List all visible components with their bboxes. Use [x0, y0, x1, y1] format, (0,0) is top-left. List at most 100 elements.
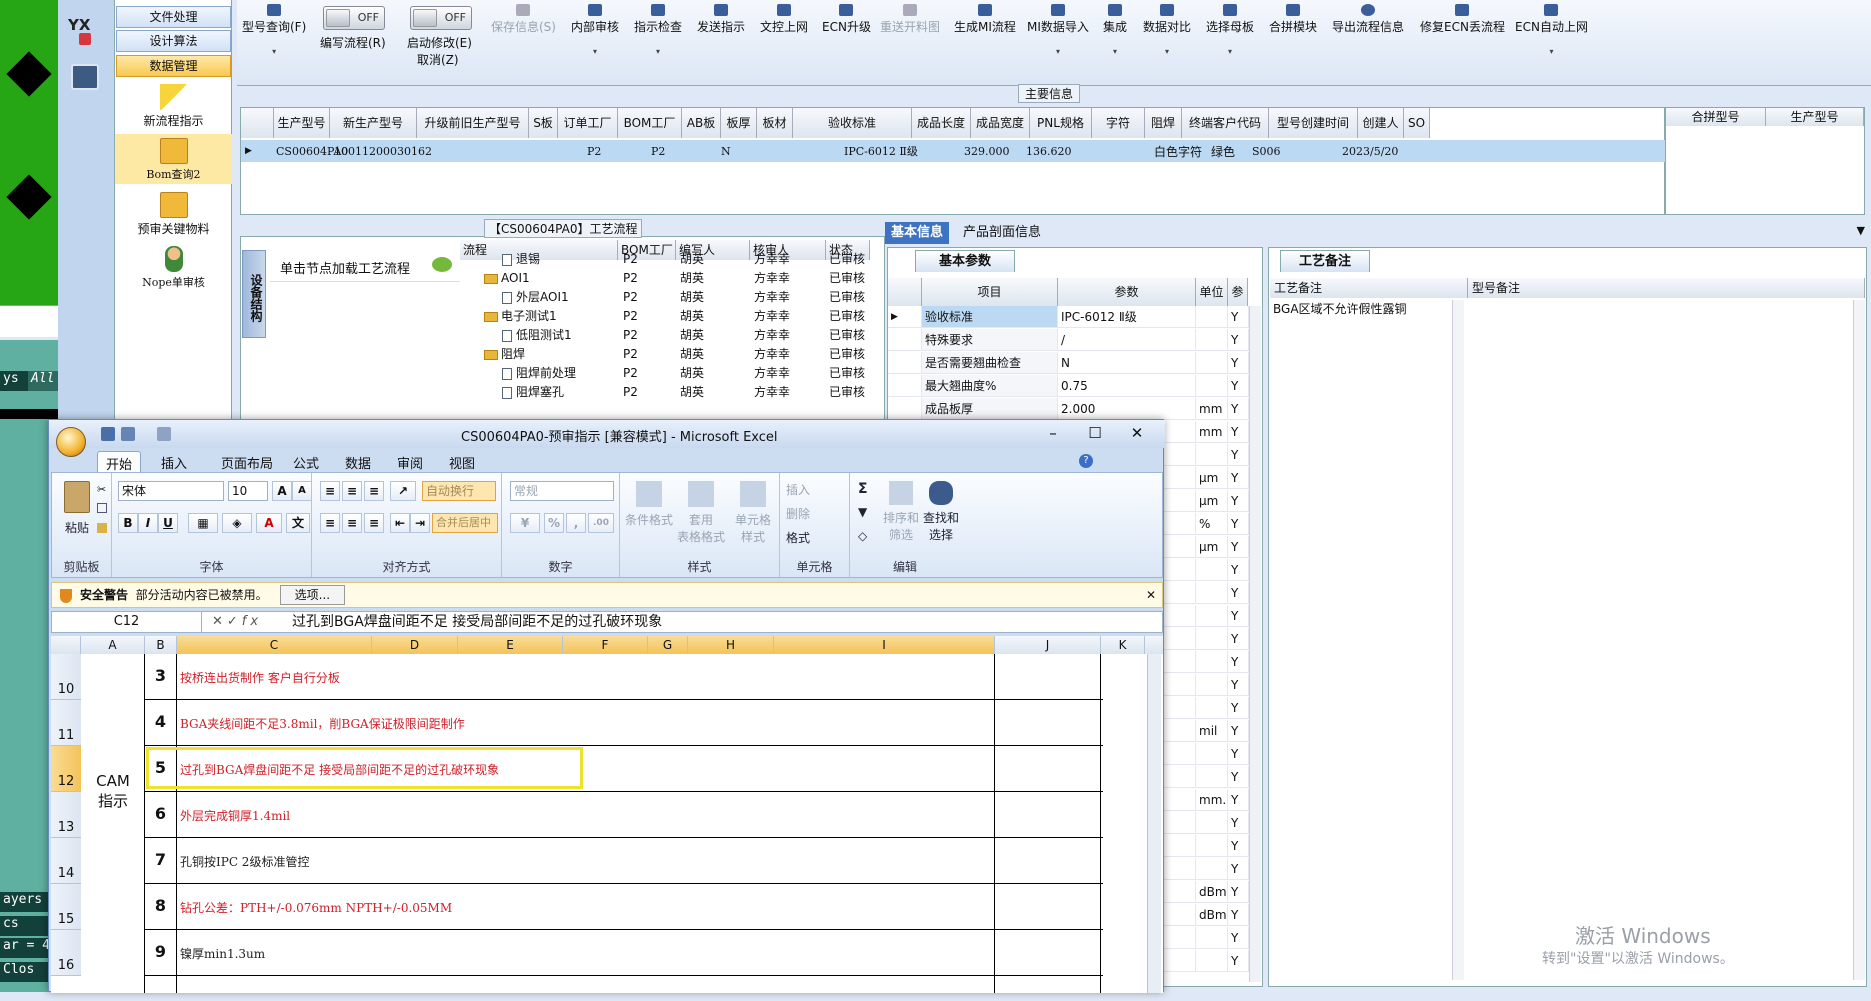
- save-info-button[interactable]: 保存信息(S): [491, 2, 556, 35]
- process-node[interactable]: 低阻测试1: [502, 326, 572, 345]
- param-flag-cell[interactable]: Y: [1228, 904, 1249, 926]
- formula-input[interactable]: 过孔到BGA焊盘间距不足 接受局部间距不足的过孔破环现象: [292, 613, 662, 631]
- param-unit-cell[interactable]: μm: [1196, 536, 1228, 558]
- align-top-icon[interactable]: ≡: [320, 481, 340, 501]
- italic-button[interactable]: I: [138, 513, 158, 533]
- param-flag-cell[interactable]: Y: [1228, 766, 1249, 788]
- cell-create-time[interactable]: 2023/5/20: [1342, 141, 1398, 163]
- cancel-modify-label[interactable]: 取消(Z): [417, 51, 459, 68]
- process-bom-cell[interactable]: P2: [623, 345, 673, 364]
- item-number-cell[interactable]: 4: [145, 712, 176, 731]
- param-flag-cell[interactable]: Y: [1228, 881, 1249, 903]
- param-unit-cell[interactable]: [1196, 651, 1228, 673]
- param-unit-cell[interactable]: [1196, 812, 1228, 834]
- process-writer-cell[interactable]: 胡英: [680, 364, 750, 383]
- currency-icon[interactable]: ¥: [510, 513, 540, 533]
- col-header-H[interactable]: H: [688, 636, 774, 654]
- process-status-cell[interactable]: 已审核: [829, 307, 869, 326]
- formula-controls[interactable]: ✕✓fx: [212, 614, 262, 629]
- process-status-cell[interactable]: 已审核: [829, 269, 869, 288]
- process-writer-cell[interactable]: 胡英: [680, 269, 750, 288]
- param-unit-cell[interactable]: mm: [1196, 421, 1228, 443]
- tool-bom-query[interactable]: Bom查询2: [115, 134, 232, 184]
- dropdown-arrow-icon[interactable]: ▼: [1857, 224, 1865, 237]
- col-header[interactable]: 参数: [1058, 278, 1196, 306]
- process-reviewer-cell[interactable]: 方幸幸: [754, 364, 824, 383]
- param-item-cell[interactable]: 特殊要求: [922, 329, 1058, 351]
- param-flag-cell[interactable]: Y: [1228, 329, 1249, 351]
- worksheet[interactable]: CAM 指示 10 3 按桥连出货制作 客户自行分板 11 4 BGA夹线间距不足3.8m…: [51, 654, 1163, 993]
- align-right-icon[interactable]: ≡: [364, 513, 384, 533]
- param-unit-cell[interactable]: mil: [1196, 720, 1228, 742]
- cell-acceptance-standard[interactable]: IPC-6012 Ⅱ级: [844, 141, 918, 163]
- col-header-B[interactable]: B: [145, 636, 177, 654]
- conditional-format-button[interactable]: 条件格式: [622, 481, 676, 528]
- help-icon[interactable]: ?: [1079, 454, 1093, 468]
- sum-icon[interactable]: Σ: [858, 481, 868, 497]
- border-button[interactable]: ▦: [188, 513, 218, 533]
- scrollbar-vertical[interactable]: [1853, 300, 1865, 980]
- percent-icon[interactable]: %: [544, 513, 564, 533]
- nav-design-algorithm[interactable]: 设计算法: [116, 30, 231, 52]
- param-flag-cell[interactable]: Y: [1228, 444, 1249, 466]
- data-compare-button[interactable]: 数据对比 ▾: [1143, 2, 1191, 56]
- wrap-text-button[interactable]: 自动换行: [422, 481, 496, 501]
- nav-data-management[interactable]: 数据管理: [116, 55, 231, 77]
- param-flag-cell[interactable]: Y: [1228, 375, 1249, 397]
- tab-insert[interactable]: 插入: [153, 451, 195, 474]
- col-header[interactable]: 型号创建时间: [1269, 108, 1358, 138]
- tab-review[interactable]: 审阅: [389, 451, 431, 474]
- col-header[interactable]: 单位: [1196, 278, 1228, 306]
- minimize-button[interactable]: –: [1033, 422, 1073, 444]
- equipment-structure-tab[interactable]: 设备结构: [242, 250, 266, 338]
- cell-new-production-model[interactable]: 10011200030162: [334, 141, 432, 163]
- ecn-auto-online-button[interactable]: ECN自动上网 ▾: [1515, 2, 1588, 56]
- param-flag-cell[interactable]: Y: [1228, 306, 1249, 328]
- param-flag-cell[interactable]: Y: [1228, 467, 1249, 489]
- tool-nope-review[interactable]: Nope单审核: [115, 242, 232, 292]
- row-header[interactable]: 14: [51, 838, 81, 884]
- find-select-button[interactable]: 查找和 选择: [922, 481, 960, 543]
- copy-icon[interactable]: [97, 503, 107, 513]
- cell-style-button[interactable]: 单元格 样式: [726, 481, 780, 545]
- process-writer-cell[interactable]: 胡英: [680, 250, 750, 269]
- cell-width[interactable]: 136.620: [1026, 141, 1072, 163]
- col-header[interactable]: 创建人: [1358, 108, 1404, 138]
- row-header[interactable]: 10: [51, 654, 81, 700]
- process-bom-cell[interactable]: P2: [623, 364, 673, 383]
- close-icon[interactable]: ✕: [1146, 583, 1156, 607]
- phonetic-button[interactable]: 文: [286, 513, 310, 533]
- save-icon[interactable]: [101, 427, 115, 441]
- param-flag-cell[interactable]: Y: [1228, 743, 1249, 765]
- col-header-A[interactable]: A: [81, 636, 145, 654]
- row-header[interactable]: 16: [51, 930, 81, 976]
- align-left-icon[interactable]: ≡: [320, 513, 340, 533]
- col-header[interactable]: 工艺备注: [1270, 278, 1468, 298]
- col-header-C[interactable]: C: [177, 636, 372, 654]
- process-node[interactable]: 退锡: [502, 250, 540, 269]
- select-master-board-button[interactable]: 选择母板 ▾: [1206, 2, 1254, 56]
- process-status-cell[interactable]: 已审核: [829, 345, 869, 364]
- col-header-D[interactable]: D: [372, 636, 458, 654]
- calculator-icon[interactable]: [71, 64, 99, 90]
- param-unit-cell[interactable]: [1196, 835, 1228, 857]
- tool-prereview-materials[interactable]: 预审关键物料: [115, 188, 232, 238]
- process-status-cell[interactable]: 已审核: [829, 383, 869, 402]
- process-writer-cell[interactable]: 胡英: [680, 345, 750, 364]
- process-reviewer-cell[interactable]: 方幸幸: [754, 250, 824, 269]
- tab-basic-info[interactable]: 基本信息: [885, 222, 950, 244]
- param-value-cell[interactable]: /: [1058, 329, 1196, 351]
- process-node[interactable]: 电子测试1: [484, 307, 557, 326]
- process-writer-cell[interactable]: 胡英: [680, 326, 750, 345]
- grow-font-button[interactable]: A: [272, 481, 292, 501]
- insert-cells-button[interactable]: 插入: [786, 481, 810, 498]
- row-header[interactable]: 11: [51, 700, 81, 746]
- model-query-button[interactable]: 型号查询(F) ▾: [242, 2, 306, 56]
- item-number-cell[interactable]: 8: [145, 896, 176, 915]
- col-header[interactable]: 板厚: [721, 108, 757, 138]
- tool-new-process[interactable]: 新流程指示: [115, 80, 232, 130]
- security-options-button[interactable]: 选项...: [279, 585, 346, 605]
- process-status-cell[interactable]: 已审核: [829, 288, 869, 307]
- process-bom-cell[interactable]: P2: [623, 383, 673, 402]
- table-format-button[interactable]: 套用 表格格式: [674, 481, 728, 545]
